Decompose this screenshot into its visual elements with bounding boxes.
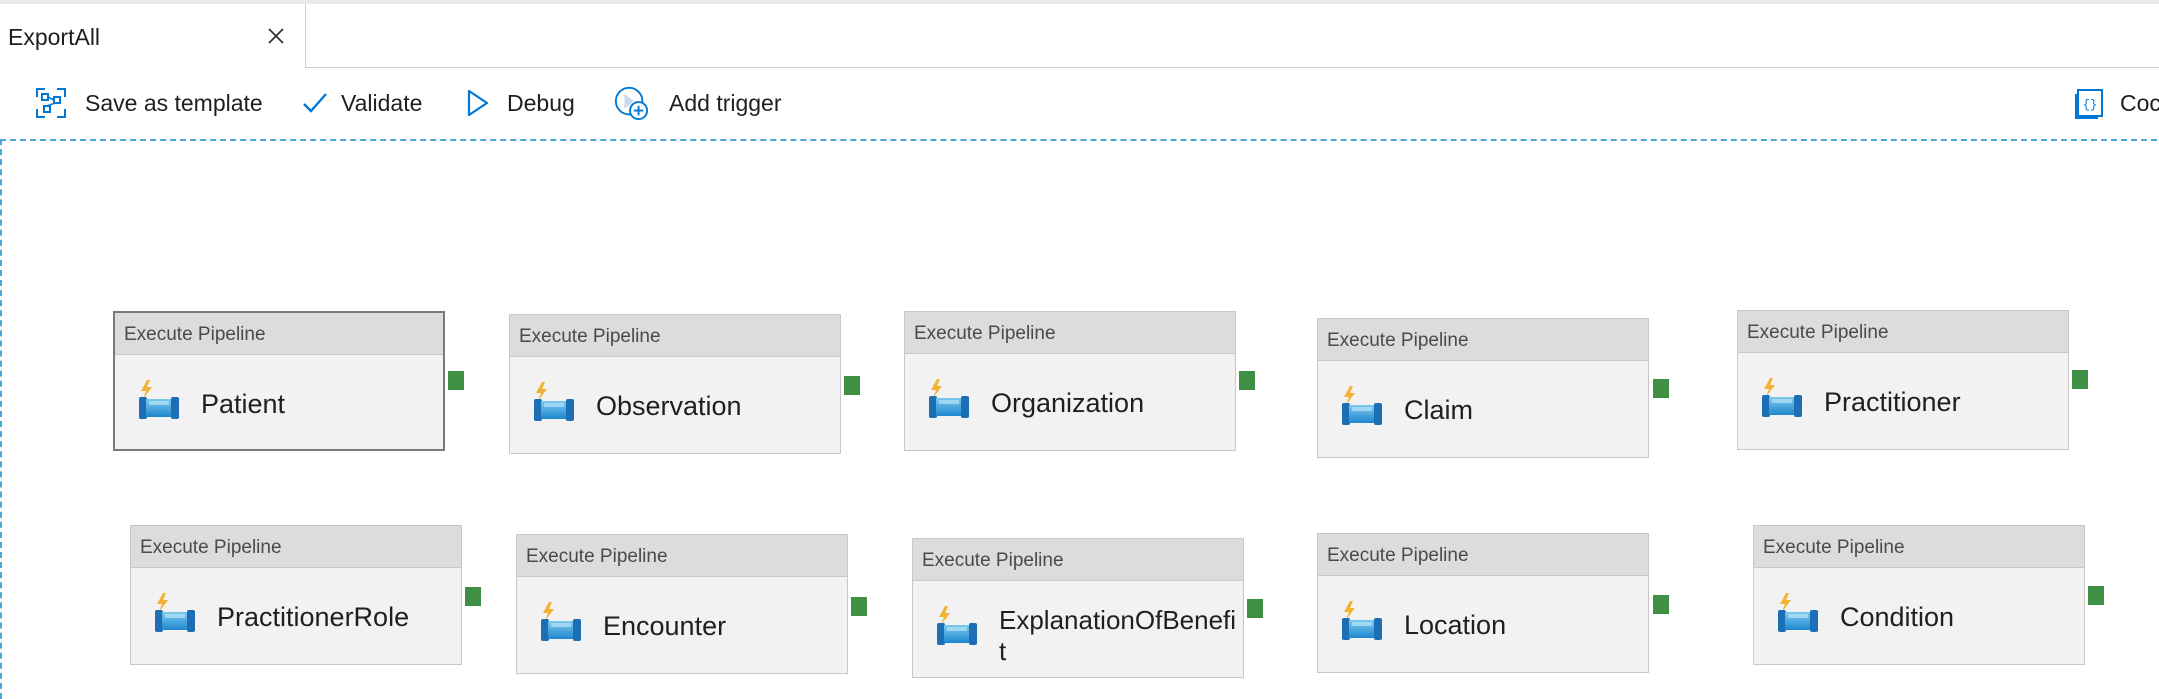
execute-pipeline-icon — [541, 602, 581, 641]
execute-pipeline-icon — [1778, 593, 1818, 632]
execute-pipeline-icon — [139, 380, 179, 419]
tab-bar: ExportAll — [0, 4, 2159, 68]
svg-text:{}: {} — [2083, 98, 2097, 112]
activity-encounter[interactable]: Execute Pipeline Encounter — [516, 534, 848, 674]
execute-pipeline-icon — [1342, 601, 1382, 640]
tab-exportall[interactable]: ExportAll — [0, 4, 306, 68]
activity-type: Execute Pipeline — [115, 313, 443, 355]
close-icon[interactable] — [264, 24, 288, 48]
activity-type: Execute Pipeline — [1738, 311, 2068, 353]
activity-practitioner[interactable]: Execute Pipeline Practitioner — [1737, 310, 2069, 450]
debug-button[interactable]: Debug — [459, 68, 575, 138]
activity-explanationofbenefit[interactable]: Execute Pipeline ExplanationOfBenefit — [912, 538, 1244, 678]
output-port[interactable] — [844, 376, 860, 395]
activity-name: Organization — [991, 388, 1145, 418]
activity-name: Encounter — [603, 611, 727, 641]
activity-practitionerrole[interactable]: Execute Pipeline PractitionerRole — [130, 525, 462, 665]
execute-pipeline-icon — [929, 379, 969, 418]
activity-type: Execute Pipeline — [1754, 526, 2084, 568]
output-port[interactable] — [1653, 379, 1669, 398]
activity-name: Practitioner — [1824, 387, 1961, 417]
template-icon — [33, 85, 69, 121]
code-label: Coc — [2120, 89, 2159, 116]
play-icon — [459, 85, 495, 121]
execute-pipeline-icon — [534, 382, 574, 421]
execute-pipeline-icon — [1762, 378, 1802, 417]
activity-type: Execute Pipeline — [1318, 319, 1648, 361]
activity-claim[interactable]: Execute Pipeline Claim — [1317, 318, 1649, 458]
activity-type: Execute Pipeline — [131, 526, 461, 568]
activity-observation[interactable]: Execute Pipeline Observation — [509, 314, 841, 454]
checkmark-icon — [297, 85, 333, 121]
execute-pipeline-icon — [155, 593, 195, 632]
add-trigger-label: Add trigger — [669, 89, 782, 116]
code-button[interactable]: {} Coc — [2072, 68, 2159, 138]
activity-name: Location — [1404, 610, 1507, 640]
toolbar: Save as template Validate Debug Add trig… — [0, 68, 2159, 138]
activity-type: Execute Pipeline — [913, 539, 1243, 581]
tab-title: ExportAll — [8, 24, 101, 50]
activity-name: Claim — [1404, 395, 1474, 425]
activity-name: PractitionerRole — [217, 602, 410, 632]
pipeline-canvas[interactable]: Execute Pipeline Patient Execute Pipelin… — [0, 139, 2157, 699]
output-port[interactable] — [448, 371, 464, 390]
output-port[interactable] — [1247, 599, 1263, 618]
output-port[interactable] — [1239, 371, 1255, 390]
activity-type: Execute Pipeline — [517, 535, 847, 577]
activity-type: Execute Pipeline — [1318, 534, 1648, 576]
validate-label: Validate — [341, 89, 423, 116]
output-port[interactable] — [465, 587, 481, 606]
activity-name: ExplanationOfBenefit — [999, 605, 1237, 666]
activity-name: Observation — [596, 391, 742, 421]
activity-organization[interactable]: Execute Pipeline Organization — [904, 311, 1236, 451]
code-icon: {} — [2072, 85, 2108, 121]
output-port[interactable] — [851, 597, 867, 616]
execute-pipeline-icon — [1342, 386, 1382, 425]
activity-type: Execute Pipeline — [510, 315, 840, 357]
debug-label: Debug — [507, 89, 575, 116]
output-port[interactable] — [2088, 586, 2104, 605]
activity-location[interactable]: Execute Pipeline Location — [1317, 533, 1649, 673]
activity-condition[interactable]: Execute Pipeline Condition — [1753, 525, 2085, 665]
output-port[interactable] — [2072, 370, 2088, 389]
add-trigger-button[interactable]: Add trigger — [613, 68, 782, 138]
activity-patient[interactable]: Execute Pipeline Patient — [113, 311, 445, 451]
trigger-icon — [613, 85, 649, 121]
validate-button[interactable]: Validate — [297, 68, 422, 138]
activity-name: Patient — [201, 389, 286, 419]
execute-pipeline-icon — [937, 606, 977, 645]
activity-type: Execute Pipeline — [905, 312, 1235, 354]
save-as-template-button[interactable]: Save as template — [33, 68, 263, 138]
output-port[interactable] — [1653, 595, 1669, 614]
activity-name: Condition — [1840, 602, 1955, 632]
save-as-template-label: Save as template — [85, 89, 263, 116]
